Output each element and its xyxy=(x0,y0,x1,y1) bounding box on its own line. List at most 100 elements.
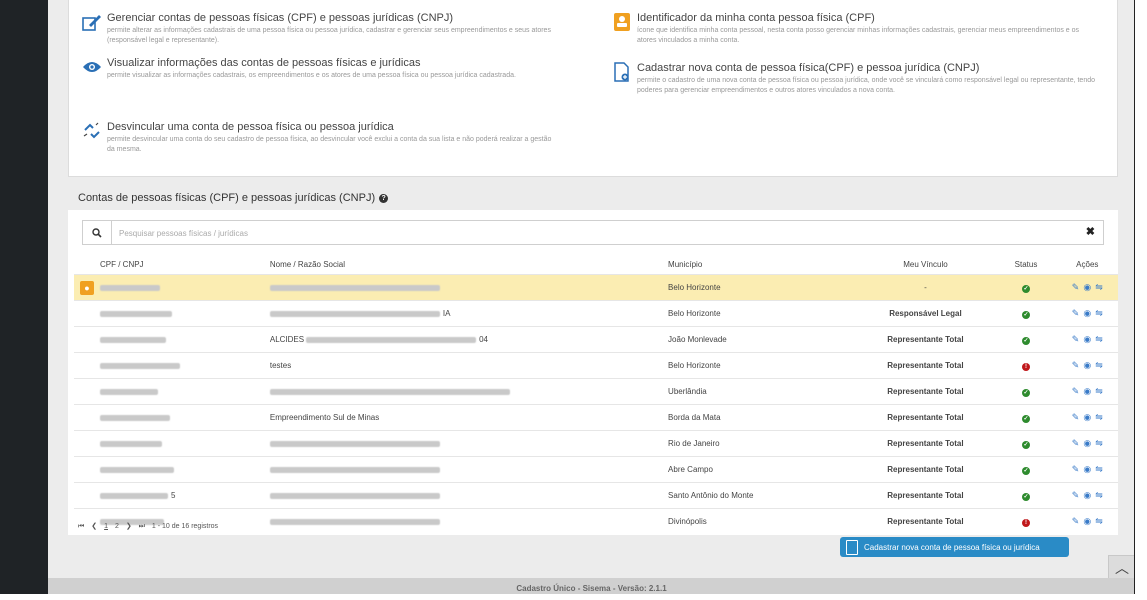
cell-acoes: ✎ ◉ ⇋ xyxy=(1056,352,1118,379)
edit-icon[interactable]: ✎ xyxy=(1072,386,1080,396)
eye-icon[interactable]: ◉ xyxy=(1083,412,1091,422)
legend-identifier-title: Identificador da minha conta pessoa físi… xyxy=(637,12,875,24)
table-row[interactable]: Rio de Janeiro Representante Total ✓ ✎ ◉ ⇋ xyxy=(74,430,1118,457)
help-icon[interactable]: ? xyxy=(379,193,389,203)
table-row[interactable]: ● Belo Horizonte - ✓ ✎ ◉ ⇋ xyxy=(74,274,1118,301)
cell-acoes: ✎ ◉ ⇋ xyxy=(1056,378,1118,405)
clear-search-icon[interactable]: ✖ xyxy=(1086,225,1095,238)
unlink-icon[interactable]: ⇋ xyxy=(1095,412,1103,422)
eye-icon[interactable]: ◉ xyxy=(1083,334,1091,344)
cell-acoes: ✎ ◉ ⇋ xyxy=(1056,300,1118,327)
cell-municipio: Abre Campo xyxy=(667,456,856,483)
edit-icon[interactable]: ✎ xyxy=(1072,412,1080,422)
table-row[interactable]: Uberlândia Representante Total ✓ ✎ ◉ ⇋ xyxy=(74,378,1118,405)
eye-icon[interactable]: ◉ xyxy=(1083,464,1091,474)
cell-acoes: ✎ ◉ ⇋ xyxy=(1056,430,1118,457)
edit-icon[interactable]: ✎ xyxy=(1072,438,1080,448)
cell-nome: IA xyxy=(268,300,668,327)
unlink-icon[interactable]: ⇋ xyxy=(1095,386,1103,396)
legend-view-title: Visualizar informações das contas de pes… xyxy=(107,57,421,69)
cell-vinculo: Representante Total xyxy=(855,326,996,353)
table-row[interactable]: testes Belo Horizonte Representante Total!… xyxy=(74,352,1118,379)
edit-icon[interactable]: ✎ xyxy=(1072,308,1080,318)
cell-cpf: ● xyxy=(74,274,269,301)
section-title: Contas de pessoas físicas (CPF) e pessoa… xyxy=(68,186,1118,210)
cell-status: ✓ xyxy=(995,456,1057,483)
table-row[interactable]: ALCIDES 04 João Monlevade Representante Tot… xyxy=(74,326,1118,353)
next-page-icon[interactable]: ❯ xyxy=(126,523,132,530)
cell-status: ! xyxy=(995,508,1057,534)
col-cpf[interactable]: CPF / CNPJ xyxy=(74,254,269,275)
col-status[interactable]: Status xyxy=(995,254,1056,275)
first-page-icon[interactable]: ⏮ xyxy=(78,523,84,530)
unlink-icon[interactable]: ⇋ xyxy=(1095,438,1103,448)
cell-status: ✓ xyxy=(995,300,1057,327)
table-row[interactable]: 5 Santo Antônio do Monte Representante Tot… xyxy=(74,482,1118,509)
page-1[interactable]: 1 xyxy=(104,523,108,530)
edit-icon[interactable]: ✎ xyxy=(1072,360,1080,370)
unlink-icon[interactable]: ⇋ xyxy=(1095,516,1103,526)
eye-icon[interactable]: ◉ xyxy=(1083,490,1091,500)
unlink-icon[interactable]: ⇋ xyxy=(1095,360,1103,370)
redacted-cpf xyxy=(100,414,170,421)
unlink-icon[interactable]: ⇋ xyxy=(1095,490,1103,500)
legend-unlink-title: Desvincular uma conta de pessoa física o… xyxy=(107,121,394,133)
edit-icon[interactable]: ✎ xyxy=(1072,334,1080,344)
edit-icon[interactable]: ✎ xyxy=(1072,282,1080,292)
eye-icon[interactable]: ◉ xyxy=(1083,360,1091,370)
cell-nome xyxy=(268,508,668,534)
cell-municipio: João Monlevade xyxy=(667,326,856,353)
unlink-icon[interactable]: ⇋ xyxy=(1095,308,1103,318)
table-row[interactable]: Divinópolis Representante Total! ✎ ◉ ⇋ xyxy=(74,508,1118,534)
nome-text: Empreendimento Sul de Minas xyxy=(269,413,380,422)
table-header-row: CPF / CNPJ Nome / Razão Social Município… xyxy=(74,254,1118,275)
legend-unlink-desc: permite desvincular uma conta do seu cad… xyxy=(107,136,552,153)
col-nome[interactable]: Nome / Razão Social xyxy=(269,254,667,275)
nome-suffix: 04 xyxy=(479,335,488,344)
table-row[interactable]: Empreendimento Sul de Minas Borda da Mata… xyxy=(74,404,1118,431)
table-row[interactable]: IA Belo Horizonte Responsável Legal ✓ ✎ ◉ ⇋ xyxy=(74,300,1118,327)
help-legend-card: Gerenciar contas de pessoas físicas (CPF… xyxy=(68,0,1118,177)
cell-vinculo: - xyxy=(855,274,996,301)
prev-page-icon[interactable]: ❮ xyxy=(91,523,97,530)
eye-icon[interactable]: ◉ xyxy=(1083,438,1091,448)
eye-icon[interactable]: ◉ xyxy=(1083,516,1091,526)
legend-manage-desc: permite alterar as informações cadastrai… xyxy=(107,27,551,44)
unlink-icon[interactable]: ⇋ xyxy=(1095,334,1103,344)
redacted-cpf xyxy=(100,310,172,317)
edit-icon[interactable]: ✎ xyxy=(1072,490,1080,500)
cell-acoes: ✎ ◉ ⇋ xyxy=(1056,326,1118,353)
app-sidebar xyxy=(0,0,48,594)
unlink-icon[interactable]: ⇋ xyxy=(1095,282,1103,292)
edit-icon[interactable]: ✎ xyxy=(1072,464,1080,474)
page-2[interactable]: 2 xyxy=(115,523,119,530)
edit-icon[interactable]: ✎ xyxy=(1072,516,1080,526)
redacted-cpf xyxy=(100,492,168,499)
cell-municipio: Borda da Mata xyxy=(667,404,856,431)
col-municipio[interactable]: Município xyxy=(667,254,855,275)
col-acoes: Ações xyxy=(1076,259,1099,269)
col-vinculo[interactable]: Meu Vínculo xyxy=(855,254,995,275)
nome-text: ALCIDES xyxy=(269,335,305,344)
redacted-name xyxy=(269,440,440,447)
chevron-up-icon: ︿ xyxy=(1115,560,1129,576)
last-page-icon[interactable]: ⏭ xyxy=(139,523,145,530)
legend-create-desc: permite o cadastro de uma nova conta de … xyxy=(637,77,1096,94)
eye-icon[interactable]: ◉ xyxy=(1083,282,1091,292)
cell-cpf xyxy=(74,378,269,405)
cell-nome xyxy=(268,378,668,405)
redacted-cpf xyxy=(100,362,180,369)
nome-suffix: IA xyxy=(442,309,451,318)
unlink-icon[interactable]: ⇋ xyxy=(1095,464,1103,474)
table-row[interactable]: Abre Campo Representante Total ✓ ✎ ◉ ⇋ xyxy=(74,456,1118,483)
new-account-button[interactable]: Cadastrar nova conta de pessoa física ou… xyxy=(840,537,1069,557)
eye-icon[interactable]: ◉ xyxy=(1083,386,1091,396)
status-ok-icon: ✓ xyxy=(1021,466,1030,475)
cell-nome: Empreendimento Sul de Minas xyxy=(268,404,668,431)
cell-municipio: Rio de Janeiro xyxy=(667,430,856,457)
eye-icon[interactable]: ◉ xyxy=(1083,308,1091,318)
status-ok-icon: ✓ xyxy=(1021,492,1030,501)
cell-vinculo: Representante Total xyxy=(855,482,996,509)
cell-status: ✓ xyxy=(995,326,1057,353)
search-input[interactable] xyxy=(117,224,1081,242)
